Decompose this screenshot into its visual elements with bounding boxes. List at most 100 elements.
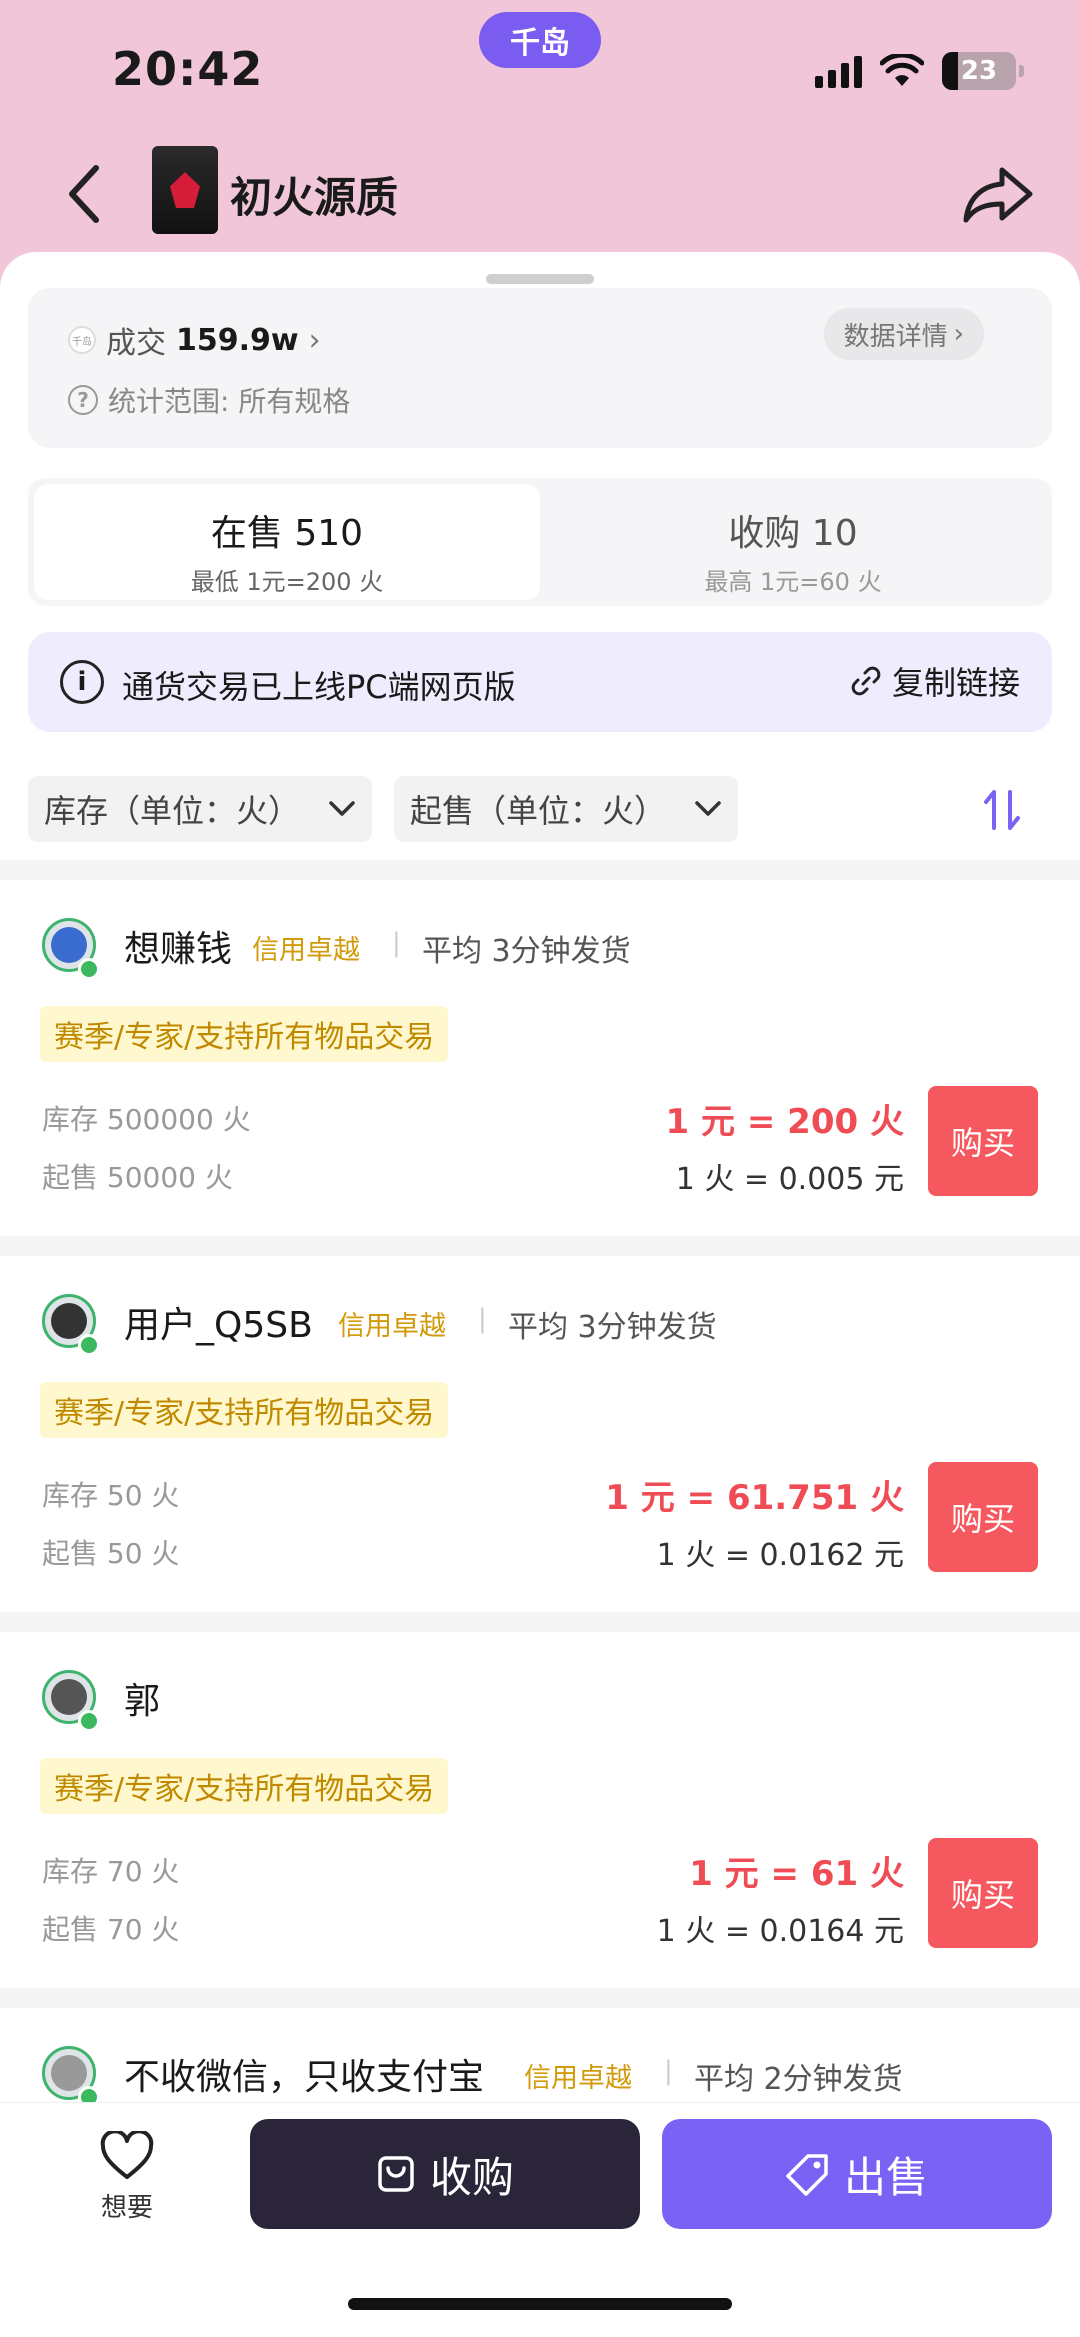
filter-row: 库存（单位：火） 起售（单位：火） <box>28 776 1052 842</box>
price-rate: 1 元 = 61 火 <box>689 1854 904 1894</box>
trade-tabs: 在售 510 最低 1元=200 火 收购 10 最高 1元=60 火 <box>28 478 1052 606</box>
chevron-down-icon <box>329 801 355 816</box>
seller-name[interactable]: 用户_Q5SB <box>124 1296 313 1348</box>
online-indicator <box>78 1334 100 1356</box>
buy-button[interactable]: 购买 <box>928 1086 1038 1196</box>
signal-icon <box>815 54 862 88</box>
credit-badge: 信用卓越 <box>524 2063 632 2094</box>
buy-button[interactable]: 购买 <box>928 1462 1038 1572</box>
section-divider <box>0 1236 1080 1256</box>
separator: | <box>664 2056 673 2086</box>
listing-tag: 赛季/专家/支持所有物品交易 <box>40 1382 449 1438</box>
status-icons: 23 <box>815 52 1024 90</box>
avg-ship-time: 平均 3分钟发货 <box>422 934 631 969</box>
online-indicator <box>78 1710 100 1732</box>
seller-name[interactable]: 不收微信，只收支付宝 <box>124 2048 484 2100</box>
credit-badge: 信用卓越 <box>338 1311 446 1342</box>
avg-ship-time: 平均 2分钟发货 <box>694 2062 903 2097</box>
stock-text: 库存 50 火 <box>42 1479 180 1512</box>
price-rate: 1 元 = 61.751 火 <box>605 1478 904 1518</box>
copy-link-label: 复制链接 <box>891 664 1020 702</box>
back-button[interactable] <box>54 158 114 230</box>
want-button[interactable]: 想要 <box>92 2129 162 2224</box>
deal-label: 成交 <box>106 326 166 361</box>
purchase-button[interactable]: 收购 <box>250 2119 640 2229</box>
min-sale-text: 起售 70 火 <box>42 1913 180 1946</box>
status-time: 20:42 <box>112 42 264 96</box>
info-icon: i <box>60 660 104 704</box>
unit-price: 1 火 = 0.0164 元 <box>656 1914 904 1949</box>
game-logo <box>152 146 218 234</box>
section-divider <box>0 1988 1080 2008</box>
unit-price: 1 火 = 0.0162 元 <box>656 1538 904 1573</box>
scope-text: 统计范围: 所有规格 <box>108 385 351 418</box>
min-sale-text: 起售 50 火 <box>42 1537 180 1570</box>
sort-button[interactable] <box>972 780 1032 840</box>
notice-text: 通货交易已上线PC端网页版 <box>122 668 516 706</box>
status-bar: 20:42 千岛 23 <box>0 0 1080 140</box>
section-divider <box>0 1612 1080 1632</box>
drag-handle[interactable] <box>486 274 594 284</box>
stock-text: 库存 70 火 <box>42 1855 180 1888</box>
purchase-label: 收购 <box>429 2152 514 2202</box>
help-icon[interactable]: ? <box>68 385 98 415</box>
scope-row: ? 统计范围: 所有规格 <box>68 380 350 420</box>
share-icon <box>963 167 1033 223</box>
tab-purchase[interactable]: 收购 10 最高 1元=60 火 <box>540 484 1046 600</box>
section-divider <box>0 860 1080 880</box>
tab-on-sale[interactable]: 在售 510 最低 1元=200 火 <box>34 484 540 600</box>
chevron-right-icon: › <box>308 322 321 358</box>
stock-text: 库存 500000 火 <box>42 1103 251 1136</box>
page-title: 初火源质 <box>230 173 399 222</box>
listing-tag: 赛季/专家/支持所有物品交易 <box>40 1758 449 1814</box>
deal-row[interactable]: 千岛 成交 159.9w › <box>68 318 321 362</box>
nav-bar: 初火源质 <box>0 140 1080 250</box>
wifi-icon <box>880 54 924 86</box>
stats-card: 千岛 成交 159.9w › 数据详情 › ? 统计范围: 所有规格 <box>28 288 1052 448</box>
online-indicator <box>78 958 100 980</box>
credit-badge: 信用卓越 <box>252 935 360 966</box>
tab-on-sale-sub: 最低 1元=200 火 <box>190 568 384 596</box>
separator: | <box>392 928 401 958</box>
app-pill[interactable]: 千岛 <box>479 12 601 68</box>
sell-button[interactable]: 出售 <box>662 2119 1052 2229</box>
tab-on-sale-label: 在售 510 <box>210 513 364 554</box>
link-icon <box>851 666 881 696</box>
deal-value: 159.9w <box>176 322 299 358</box>
chevron-right-icon: › <box>953 319 964 349</box>
seller-name[interactable]: 想赚钱 <box>124 920 232 972</box>
avg-ship-time: 平均 3分钟发货 <box>508 1310 717 1345</box>
back-arrow-icon <box>69 165 99 223</box>
separator: | <box>478 1304 487 1334</box>
copy-link-button[interactable]: 复制链接 <box>850 658 1020 704</box>
data-detail-button[interactable]: 数据详情 › <box>823 308 984 360</box>
unit-price: 1 火 = 0.005 元 <box>675 1162 904 1197</box>
coin-icon: 千岛 <box>68 326 96 354</box>
min-sale-text: 起售 50000 火 <box>42 1161 233 1194</box>
data-detail-label: 数据详情 <box>843 321 948 352</box>
listing-item: 用户_Q5SB 信用卓越 | 平均 3分钟发货 赛季/专家/支持所有物品交易 库… <box>0 1256 1080 1612</box>
listing-tag: 赛季/专家/支持所有物品交易 <box>40 1006 449 1062</box>
stock-filter[interactable]: 库存（单位：火） <box>28 776 372 842</box>
notice-banner: i 通货交易已上线PC端网页版 复制链接 <box>28 632 1052 732</box>
content-sheet: 千岛 成交 159.9w › 数据详情 › ? 统计范围: 所有规格 在售 51… <box>0 252 1080 2337</box>
sell-label: 出售 <box>843 2152 928 2202</box>
battery-icon: 23 <box>942 52 1024 90</box>
min-sale-filter[interactable]: 起售（单位：火） <box>394 776 738 842</box>
price-rate: 1 元 = 200 火 <box>665 1102 904 1142</box>
tab-purchase-sub: 最高 1元=60 火 <box>704 568 882 596</box>
tab-purchase-label: 收购 10 <box>728 513 858 554</box>
stock-filter-label: 库存（单位：火） <box>44 792 301 830</box>
chevron-down-icon <box>695 801 721 816</box>
sort-icon <box>984 790 1020 830</box>
battery-level: 23 <box>960 56 998 86</box>
listing-item: 郭 赛季/专家/支持所有物品交易 库存 70 火 起售 70 火 1 元 = 6… <box>0 1632 1080 1988</box>
home-indicator[interactable] <box>348 2298 732 2310</box>
buy-button[interactable]: 购买 <box>928 1838 1038 1948</box>
listing-item: 想赚钱 信用卓越 | 平均 3分钟发货 赛季/专家/支持所有物品交易 库存 50… <box>0 880 1080 1236</box>
seller-name[interactable]: 郭 <box>124 1672 160 1724</box>
tag-icon <box>786 2154 828 2196</box>
heart-icon <box>100 2129 154 2179</box>
share-button[interactable] <box>958 158 1038 230</box>
min-sale-filter-label: 起售（单位：火） <box>410 792 667 830</box>
